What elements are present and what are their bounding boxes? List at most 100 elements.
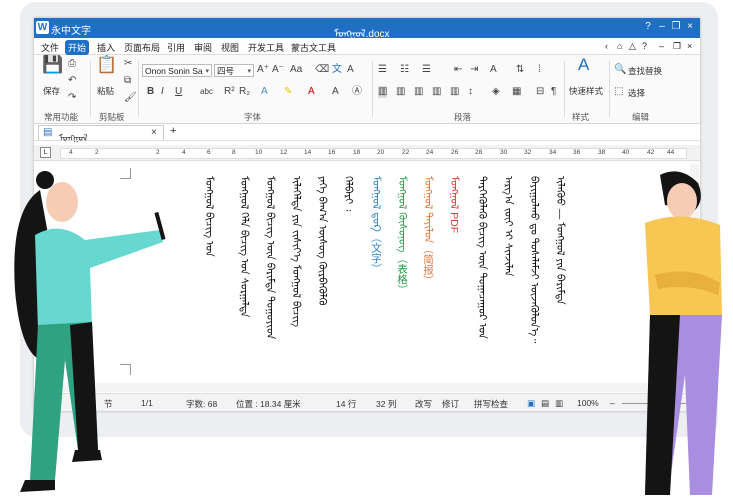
- text-column: ᠮᠣᠩᠭᠣᠯ ᠲᠠᠶᠢᠯᠤᠨ（简报）: [422, 176, 434, 286]
- close-button[interactable]: ×: [684, 21, 696, 32]
- redo-icon[interactable]: ↷: [68, 92, 76, 104]
- clear-format-icon[interactable]: ⌫: [315, 64, 329, 76]
- undo-icon[interactable]: ↶: [68, 75, 76, 87]
- document-tab[interactable]: ▤ ᠮᠣᠩᠭᠣᠯ ×: [38, 125, 164, 143]
- decrease-indent-icon[interactable]: ⇤: [454, 64, 462, 76]
- distribute-icon[interactable]: ▥: [450, 86, 459, 98]
- find-icon[interactable]: 🔍: [614, 64, 626, 76]
- paragraph-settings-icon[interactable]: ⊟: [536, 86, 544, 98]
- menu-insert[interactable]: 插入: [94, 40, 118, 55]
- bold-icon[interactable]: B: [147, 86, 154, 98]
- superscript-icon[interactable]: R²: [224, 86, 235, 98]
- sort-icon[interactable]: ⇅: [516, 64, 524, 76]
- yellow-sweater: [645, 216, 722, 315]
- char-border-icon[interactable]: A: [347, 64, 354, 76]
- encircle-char-icon[interactable]: Ⓐ: [352, 86, 362, 98]
- document-tab-label: ᠮᠣᠩᠭᠣᠯ: [59, 133, 88, 143]
- ruler-tick: 42: [647, 149, 655, 156]
- woman-illustration: [14, 171, 166, 492]
- menu-mongolian-tools[interactable]: 蒙古文工具: [288, 40, 339, 55]
- bullets-icon[interactable]: ☰: [378, 64, 387, 76]
- align-top-icon[interactable]: ▥: [378, 86, 388, 98]
- find-replace-label[interactable]: 查找替换: [628, 65, 662, 77]
- italic-icon[interactable]: I: [161, 86, 164, 98]
- text-column: ᠮᠣᠩᠭᠣᠯ ᠳ᠋ᠣᠺ（文字）: [370, 176, 382, 274]
- change-case-icon[interactable]: Aa: [290, 64, 302, 76]
- menu-file[interactable]: 文件: [38, 40, 62, 55]
- pilcrow-icon[interactable]: ¶: [551, 86, 556, 98]
- save-icon[interactable]: 💾: [42, 56, 63, 73]
- man-illustration: [645, 171, 722, 495]
- subscript-icon[interactable]: R₂: [239, 86, 250, 98]
- paste-label[interactable]: 粘贴: [97, 85, 114, 97]
- menu-review[interactable]: 审阅: [191, 40, 215, 55]
- teal-shirt: [35, 228, 163, 330]
- row-indicator: 14 行: [336, 399, 357, 409]
- cut-icon[interactable]: ✂: [124, 58, 132, 70]
- align-center-icon[interactable]: ▥: [396, 86, 405, 98]
- grow-font-icon[interactable]: A⁺: [257, 64, 269, 76]
- numbering-icon[interactable]: ☷: [400, 64, 409, 76]
- quick-style-icon[interactable]: A: [578, 56, 589, 73]
- increase-indent-icon[interactable]: ⇥: [470, 64, 478, 76]
- spell-check[interactable]: 拼写检查: [474, 398, 508, 410]
- menu-home[interactable]: 开始: [65, 40, 90, 55]
- multilevel-icon[interactable]: ☰: [422, 64, 431, 76]
- borders-icon[interactable]: ▦: [512, 86, 521, 98]
- menu-view[interactable]: 视图: [218, 40, 242, 55]
- doc-close-button[interactable]: ×: [684, 40, 695, 52]
- doc-restore-button[interactable]: ❐: [670, 40, 684, 53]
- show-marks-icon[interactable]: ⁞: [538, 64, 541, 76]
- font-name-dropdown[interactable]: Onon Sonin Sa: [142, 64, 212, 78]
- new-tab-button[interactable]: +: [170, 125, 176, 137]
- copy-icon[interactable]: ⧉: [124, 75, 131, 87]
- hair-bun: [36, 171, 54, 189]
- menu-developer[interactable]: 开发工具: [245, 40, 287, 55]
- line-spacing-icon[interactable]: ↕: [468, 86, 473, 98]
- ruler-tick: 40: [622, 149, 630, 156]
- menu-page-layout[interactable]: 页面布局: [121, 40, 163, 55]
- align-bottom-icon[interactable]: ▥: [414, 86, 423, 98]
- ruler-tick: 32: [524, 149, 532, 156]
- select-icon[interactable]: ⬚: [614, 86, 623, 98]
- strikethrough-icon[interactable]: abc: [200, 86, 213, 98]
- help-menu-icon[interactable]: ?: [639, 40, 650, 52]
- highlight-icon[interactable]: ✎: [284, 86, 292, 98]
- chinese-layout-icon[interactable]: A: [490, 64, 497, 76]
- home-icon[interactable]: ⌂: [614, 40, 625, 52]
- phonetic-icon[interactable]: 文: [332, 64, 342, 76]
- char-shading-icon[interactable]: A: [332, 86, 339, 98]
- doc-minimize-button[interactable]: –: [656, 40, 667, 52]
- back-icon[interactable]: ‹: [602, 40, 611, 52]
- format-painter-icon[interactable]: 🖌: [124, 92, 137, 104]
- menu-references[interactable]: 引用: [164, 40, 188, 55]
- text-effect-icon[interactable]: A: [261, 86, 268, 98]
- zoom-level[interactable]: 100%: [577, 398, 599, 408]
- overwrite-mode[interactable]: 改写: [415, 398, 432, 410]
- shading-icon[interactable]: ◈: [492, 86, 500, 98]
- text-column: ᠠᠷᠭ᠎ᠠ ᠵᠦᠢ ᠢ ᠰᠢᠨᠵᠢᠯᠡᠨ: [502, 176, 514, 277]
- quick-style-label[interactable]: 快速样式: [569, 85, 603, 97]
- paste-icon[interactable]: 📋: [96, 56, 117, 73]
- collapse-ribbon-icon[interactable]: △: [626, 40, 639, 53]
- minimize-button[interactable]: –: [656, 21, 668, 32]
- select-label[interactable]: 选择: [628, 87, 645, 99]
- shrink-font-icon[interactable]: A⁻: [272, 64, 284, 76]
- shoe-shape: [20, 480, 55, 492]
- print-icon[interactable]: ⎙: [68, 58, 76, 70]
- font-size-dropdown[interactable]: 四号: [214, 64, 254, 78]
- justify-icon[interactable]: ▥: [432, 86, 441, 98]
- track-changes[interactable]: 修订: [442, 398, 459, 410]
- save-label[interactable]: 保存: [43, 85, 60, 97]
- tab-close-icon[interactable]: ×: [151, 127, 157, 138]
- page-view-icon[interactable]: ▣: [527, 398, 535, 409]
- underline-icon[interactable]: U: [175, 86, 182, 98]
- restore-button[interactable]: ❐: [670, 21, 682, 32]
- web-view-icon[interactable]: ▤: [541, 398, 549, 409]
- text-column: ᠲᠡᠷᠭᠡᠭᠦᠯᠡᠬᠦ ᠪᠢᠴᠢᠭ ᠦᠨ ᠲᠣᠭᠠᠴᠠᠭᠤᠷ ᠤᠨ: [476, 176, 488, 339]
- outline-view-icon[interactable]: ▥: [555, 398, 563, 409]
- help-icon[interactable]: ?: [642, 21, 654, 32]
- font-color-icon[interactable]: A: [308, 86, 315, 98]
- app-name: 永中文字: [51, 26, 91, 37]
- ruler-tick: 34: [549, 149, 557, 156]
